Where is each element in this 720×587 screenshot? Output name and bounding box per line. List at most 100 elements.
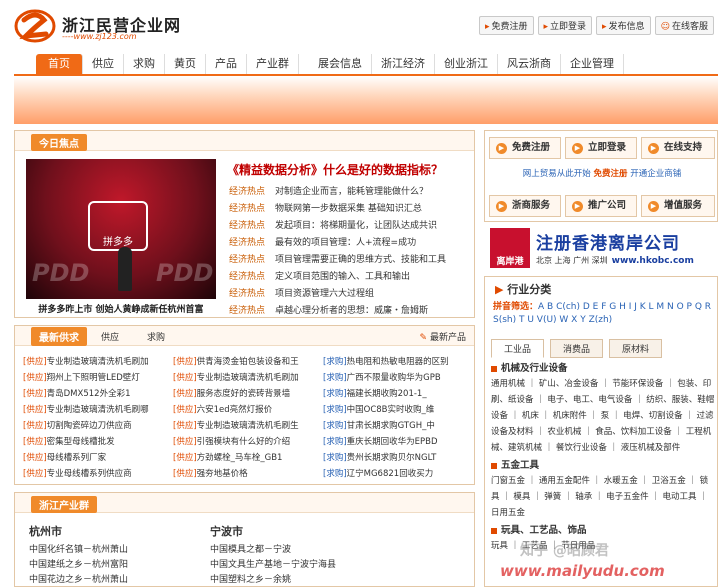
latest-products-link[interactable]: ✎ 最新产品 [419, 330, 466, 343]
nav-startup[interactable]: 创业浙江 [435, 54, 498, 74]
item-tag: [供应] [173, 453, 197, 463]
item-text: 专业母线槽系列供应商 [46, 469, 132, 479]
tab-industrial[interactable]: 工业品 [491, 339, 545, 358]
support-button[interactable]: ▶ 在线支持 [641, 137, 715, 159]
list-item[interactable]: [求购]福建长期收购201-1_ [323, 386, 469, 402]
nav-management[interactable]: 企业管理 [561, 54, 624, 74]
list-item[interactable]: [供应]母线槽系列厂家 [23, 450, 169, 466]
category-group: 机械及行业设备 通用机械 ｜ 矿山、冶金设备 ｜ 节能环保设备 ｜ 包装、印刷、… [491, 361, 715, 456]
list-item[interactable]: [供应]密集型母线槽批发 [23, 434, 169, 450]
list-item[interactable]: 经济热点 卓越心理分析者的思想：威廉・詹姆斯 [229, 303, 469, 320]
value-added-button[interactable]: ▶ 增值服务 [641, 195, 715, 217]
online-service-link[interactable]: ☺ 在线客服 [654, 16, 714, 35]
item-tag: [求购] [323, 437, 347, 447]
nav-supply[interactable]: 供应 [83, 54, 124, 74]
list-item[interactable]: 经济热点 项目管理需要正确的思维方式、技能和工具 [229, 252, 469, 269]
focus-caption[interactable]: 拼多多昨上市 创始人黄峥成新任杭州首富 [26, 302, 216, 315]
register-button[interactable]: ▶ 免费注册 [489, 137, 561, 159]
item-tag: [供应] [173, 437, 197, 447]
focus-headline[interactable]: 《精益数据分析》什么是好的数据指标？ [227, 161, 443, 178]
list-item[interactable]: 中国建纸之乡－杭州富阳 [29, 558, 128, 573]
list-item[interactable]: 经济热点 物联网第一步数据采集 基础知识汇总 [229, 201, 469, 218]
tab-buy[interactable]: 求购 [133, 330, 179, 343]
nav-yellow-pages[interactable]: 黄页 [165, 54, 206, 74]
list-item[interactable]: 经济热点 定义项目范围的输入、工具和输出 [229, 269, 469, 286]
nav-buy[interactable]: 求购 [124, 54, 165, 74]
nav-merchants[interactable]: 风云浙商 [498, 54, 561, 74]
list-item[interactable]: [供应]专业制造玻璃清洗机毛刷生 [173, 418, 319, 434]
list-item[interactable]: [供应]强夯地基价格 [173, 466, 319, 482]
post-info-link[interactable]: ▸ 发布信息 [596, 16, 651, 35]
list-item[interactable]: [供应]供青海烫金铂包装设备和王 [173, 354, 319, 370]
tab-materials[interactable]: 原材料 [609, 339, 663, 358]
item-tag: [供应] [23, 373, 47, 383]
city-column: 杭州市 中国化纤名镇－杭州萧山 中国建纸之乡－杭州富阳 中国花边之乡－杭州萧山 [29, 523, 128, 587]
list-item[interactable]: [供应]专业制造玻璃清洗机毛刷加 [173, 370, 319, 386]
list-item[interactable]: 中国塑料之乡－余姚 [210, 573, 336, 587]
arrow-icon: ▶ [648, 143, 659, 154]
list-item[interactable]: [供应]引强模块有什么好的介绍 [173, 434, 319, 450]
city-name[interactable]: 杭州市 [29, 523, 128, 539]
item-text: 专业制造玻璃清洗机毛刷加 [196, 373, 299, 383]
panel-header: 浙江产业群 [15, 493, 474, 513]
list-item[interactable]: [求购]广西不限量收购华为GPB [323, 370, 469, 386]
list-item[interactable]: 中国花边之乡－杭州萧山 [29, 573, 128, 587]
list-item[interactable]: 中国化纤名镇－杭州萧山 [29, 543, 128, 558]
list-item[interactable]: [供应]方劲螺栓_马车栓_GB1 [173, 450, 319, 466]
focus-photo[interactable]: PDD PDD 拼多多 [26, 159, 216, 299]
item-text: 服务态度好的瓷砖背景墙 [196, 389, 291, 399]
merchant-service-button[interactable]: ▶ 浙商服务 [489, 195, 561, 217]
nav-home[interactable]: 首页 [36, 54, 83, 74]
list-item[interactable]: [供应]青岛DMX512外全彩1 [23, 386, 169, 402]
list-item[interactable]: 经济热点 对制造企业而言，能耗管理能做什么？ [229, 184, 469, 201]
arrow-icon: ▸ [602, 22, 607, 32]
nav-banner [14, 74, 718, 124]
promote-button[interactable]: ▶ 推广公司 [565, 195, 637, 217]
list-item[interactable]: [求购]重庆长期回收华为EPBD [323, 434, 469, 450]
nav-products[interactable]: 产品 [206, 54, 247, 74]
list-item[interactable]: 经济热点 发起项目：将梯期量化，让团队达成共识 [229, 218, 469, 235]
category-items[interactable]: 通用机械 ｜ 矿山、冶金设备 ｜ 节能环保设备 ｜ 包装、印刷、纸设备 ｜ 电子… [491, 376, 715, 456]
item-text: 热电阻和热敏电阻器的区别 [346, 357, 449, 367]
arrow-icon: ▸ [484, 22, 490, 32]
pinyin-filter[interactable]: 拼音筛选：A B C(ch) D E F G H I J K L M N O P… [493, 301, 715, 327]
site-logo-icon[interactable] [14, 8, 56, 44]
list-item[interactable]: [求购]中国OC8B实时收购_维 [323, 402, 469, 418]
list-item[interactable]: 中国文具生产基地－宁波宁海县 [210, 558, 336, 573]
item-text: 供青海烫金铂包装设备和王 [196, 357, 299, 367]
list-item[interactable]: 中国模具之都－宁波 [210, 543, 336, 558]
list-item[interactable]: [求购]贵州长期求购贝尔NGLT [323, 450, 469, 466]
list-item[interactable]: 经济热点 项目资源管理六大过程组 [229, 286, 469, 303]
speaker-figure [118, 247, 132, 291]
tip-register-link[interactable]: 免费注册 [593, 169, 627, 179]
list-item[interactable]: [供应]六安1ed亮然灯报价 [173, 402, 319, 418]
list-item[interactable]: [供应]专业母线槽系列供应商 [23, 466, 169, 482]
nav-industry[interactable]: 产业群 [247, 54, 299, 74]
list-item[interactable]: [求购]辽宁MG6821回收买力 [323, 466, 469, 482]
list-item[interactable]: [供应]翔州上下照明管LED壁灯 [23, 370, 169, 386]
city-name[interactable]: 宁波市 [210, 523, 336, 539]
category-items[interactable]: 门窗五金 ｜ 通用五金配件 ｜ 水暖五金 ｜ 卫浴五金 ｜ 锁具 ｜ 模具 ｜ … [491, 473, 715, 521]
category-heading[interactable]: 玩具、工艺品、饰品 [491, 523, 715, 538]
square-icon [491, 527, 497, 534]
panel-header: 最新供求 供应 求购 ✎ 最新产品 [15, 326, 474, 346]
list-item[interactable]: [供应]专业制造玻璃清洗机毛刷哪 [23, 402, 169, 418]
hk-ad-banner[interactable]: 离岸港 注册香港离岸公司 北京 上海 广州 深圳 www.hkobc.com [490, 228, 718, 270]
list-item[interactable]: [求购]热电阻和热敏电阻器的区别 [323, 354, 469, 370]
tab-consumer[interactable]: 消费品 [550, 339, 604, 358]
tab-latest[interactable]: 最新供求 [31, 326, 87, 346]
category-heading[interactable]: 五金工具 [491, 458, 715, 473]
list-item[interactable]: [供应]服务态度好的瓷砖背景墙 [173, 386, 319, 402]
list-item[interactable]: [求购]甘肃长期求购GTGH_中 [323, 418, 469, 434]
nav-expo[interactable]: 展会信息 [309, 54, 372, 74]
list-item[interactable]: [供应]专业制造玻璃清洗机毛刷加 [23, 354, 169, 370]
nav-economy[interactable]: 浙江经济 [372, 54, 435, 74]
register-link[interactable]: ▸ 免费注册 [478, 16, 534, 35]
list-item[interactable]: 经济热点 最有效的项目管理：人+流程=成功 [229, 235, 469, 252]
login-button[interactable]: ▶ 立即登录 [565, 137, 637, 159]
item-text: 重庆长期回收华为EPBD [346, 437, 438, 447]
list-item[interactable]: [供应]切割陶瓷碎边刀供应商 [23, 418, 169, 434]
login-link[interactable]: ▸ 立即登录 [537, 16, 593, 35]
category-heading[interactable]: 机械及行业设备 [491, 361, 715, 376]
tab-supply[interactable]: 供应 [87, 330, 133, 343]
